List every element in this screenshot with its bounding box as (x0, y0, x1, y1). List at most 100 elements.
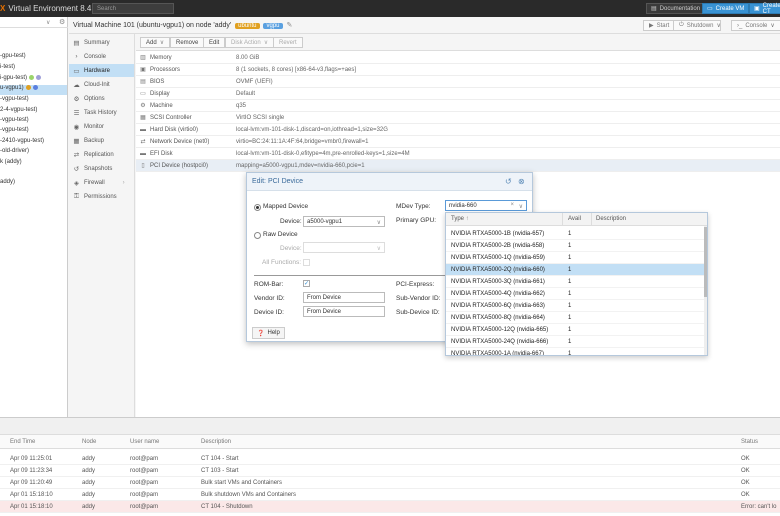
nav-firewall[interactable]: ◈ Firewall › (69, 176, 134, 189)
tree-item[interactable]: i-gpu-test) (0, 75, 42, 85)
hardware-row-pci-device[interactable]: ▯ PCI Device (hostpci0) mapping=a5000-vgpu… (136, 160, 780, 172)
create-ct-button[interactable]: ▣ Create CT (749, 3, 780, 15)
mdev-option[interactable]: NVIDIA RTXA5000-1B (nvidia-657) 1 (446, 228, 707, 240)
mdev-option[interactable]: NVIDIA RTXA5000-4Q (nvidia-662) 1 (446, 288, 707, 300)
tag-ubuntu[interactable]: ubuntu (235, 23, 260, 29)
log-row[interactable]: Apr 09 11:25:01 addy root@pam CT 104 - Star… (0, 453, 780, 465)
log-desc: CT 104 - Shutdown (201, 504, 253, 510)
mdev-option[interactable]: NVIDIA RTXA5000-12Q (nvidia-665) 1 (446, 324, 707, 336)
nav-snapshots[interactable]: ↺ Snapshots (69, 162, 134, 175)
chevron-down-icon[interactable]: ∨ (46, 19, 50, 26)
log-row[interactable]: Apr 01 15:18:10 addy root@pam Bulk shutdown… (0, 489, 780, 501)
console-button[interactable]: ›_ Console ∨ (731, 20, 780, 31)
tree-item[interactable]: 2-4-vgpu-test) (0, 107, 37, 117)
mdev-option[interactable]: NVIDIA RTXA5000-24Q (nvidia-666) 1 (446, 336, 707, 348)
nav-permissions[interactable]: ⚿ Permissions (69, 190, 134, 203)
tree-item[interactable]: addy) (0, 179, 15, 189)
add-button[interactable]: Add ∨ (140, 37, 171, 48)
primary-gpu-label: Primary GPU: (396, 217, 437, 224)
edit-button[interactable]: Edit (203, 37, 226, 48)
device-select-value: a5000-vgpu1 (307, 219, 343, 225)
all-functions-checkbox[interactable] (303, 259, 310, 266)
mapped-device-radio[interactable] (254, 204, 261, 211)
gear-icon[interactable]: ⚙ (59, 18, 65, 26)
log-end: Apr 01 15:18:10 (10, 504, 53, 510)
nav-options[interactable]: ⚙ Options (69, 92, 134, 105)
create-vm-button[interactable]: ▭ Create VM (702, 3, 750, 14)
col-description[interactable]: Description (201, 439, 231, 445)
nav-task-history[interactable]: ☰ Task History (69, 106, 134, 119)
mdev-option[interactable]: NVIDIA RTXA5000-2B (nvidia-658) 1 (446, 240, 707, 252)
tree-item[interactable]: i-test) (0, 64, 15, 74)
mdev-option[interactable]: NVIDIA RTXA5000-1A (nvidia-667) 1 (446, 348, 707, 355)
tree-item[interactable]: -vgpu-test) (0, 117, 29, 127)
rom-bar-checkbox[interactable]: ✓ (303, 280, 310, 287)
col-user[interactable]: User name (130, 439, 159, 445)
nav-backup[interactable]: ▦ Backup (69, 134, 134, 147)
terminal-icon: › (75, 53, 78, 60)
revert-button[interactable]: Revert (273, 37, 303, 48)
nav-console[interactable]: › Console (69, 50, 134, 63)
mdev-option[interactable]: NVIDIA RTXA5000-8Q (nvidia-664) 1 (446, 312, 707, 324)
hardware-value: local-lvm:vm-101-disk-0,efitype=4m,pre-e… (236, 150, 410, 157)
pencil-icon[interactable]: ✎ (286, 22, 292, 29)
tree-item[interactable]: -vgpu-test) (0, 96, 29, 106)
hardware-row-machine[interactable]: ⚙ Machine q35 (136, 100, 780, 112)
tree-item[interactable]: -vgpu-test) (0, 127, 29, 137)
hardware-row-network[interactable]: ⇄ Network Device (net0) virtio=BC:24:11:1A… (136, 136, 780, 148)
nav-hardware[interactable]: ▭ Hardware (69, 64, 134, 77)
close-icon[interactable]: ⊗ (518, 177, 525, 186)
col-description[interactable]: Description (596, 216, 626, 222)
log-row-error[interactable]: Apr 01 15:18:10 addy root@pam CT 104 - Shut… (0, 501, 780, 513)
documentation-button[interactable]: ▤ Documentation (646, 3, 706, 14)
tree-item-selected[interactable]: u-vgpu1) (0, 85, 67, 95)
log-row[interactable]: Apr 09 11:20:49 addy root@pam Bulk start VM… (0, 477, 780, 489)
log-desc: CT 104 - Start (201, 456, 239, 462)
vendor-id-input[interactable]: From Device (303, 292, 385, 303)
shutdown-button[interactable]: ⏻ Shutdown ∨ (673, 20, 721, 31)
help-button[interactable]: ❓ Help (252, 327, 285, 339)
clear-icon[interactable]: × (510, 202, 514, 208)
chevron-down-icon: ∨ (159, 40, 165, 46)
disk-action-button[interactable]: Disk Action ∨ (225, 37, 275, 48)
search-input[interactable]: Search (92, 3, 174, 14)
nav-monitor[interactable]: ◉ Monitor (69, 120, 134, 133)
tree-item[interactable]: -2410-vgpu-test) (0, 138, 44, 148)
hardware-row-display[interactable]: ▭ Display Default (136, 88, 780, 100)
hardware-row-hard-disk[interactable]: ▬ Hard Disk (virtio0) local-lvm:vm-101-dis… (136, 124, 780, 136)
device-select[interactable]: a5000-vgpu1 ∨ (303, 216, 385, 227)
mdev-option[interactable]: NVIDIA RTXA5000-6Q (nvidia-663) 1 (446, 300, 707, 312)
tag-vgpu[interactable]: vgpu (263, 23, 283, 29)
nav-cloud-init[interactable]: ☁ Cloud-Init (69, 78, 134, 91)
dialog-title: Edit: PCI Device (252, 178, 303, 185)
mdev-option[interactable]: NVIDIA RTXA5000-3Q (nvidia-661) 1 (446, 276, 707, 288)
col-end-time[interactable]: End Time (10, 439, 35, 445)
raw-device-select[interactable]: ∨ (303, 242, 385, 253)
log-row[interactable]: Apr 09 11:23:34 addy root@pam CT 103 - Star… (0, 465, 780, 477)
tree-item[interactable]: -gpu-test) (0, 53, 26, 63)
col-avail[interactable]: Avail (568, 216, 581, 222)
hardware-row-efi-disk[interactable]: ▬ EFI Disk local-lvm:vm-101-disk-0,efitype… (136, 148, 780, 160)
mdev-option[interactable]: NVIDIA RTXA5000-1Q (nvidia-659) 1 (446, 252, 707, 264)
mdev-type-select[interactable]: nvidia-660 × ∨ (445, 200, 527, 211)
dropdown-scrollbar-thumb[interactable] (704, 227, 707, 297)
col-type[interactable]: Type ↑ (451, 216, 469, 222)
col-node[interactable]: Node (82, 439, 96, 445)
hardware-row-memory[interactable]: ▥ Memory 8.00 GiB (136, 52, 780, 64)
tree-item[interactable]: -old-driver) (0, 148, 29, 158)
nav-replication[interactable]: ⇄ Replication (69, 148, 134, 161)
reset-icon[interactable]: ↺ (505, 177, 512, 186)
tree-item[interactable]: k (addy) (0, 159, 22, 169)
start-button[interactable]: ▶ Start (643, 20, 676, 31)
hardware-row-scsi-controller[interactable]: ▦ SCSI Controller VirtIO SCSI single (136, 112, 780, 124)
hardware-row-bios[interactable]: ▤ BIOS OVMF (UEFI) (136, 76, 780, 88)
nav-summary[interactable]: ▤ Summary (69, 36, 134, 49)
hardware-row-processors[interactable]: ▣ Processors 8 (1 sockets, 8 cores) [x86-6… (136, 64, 780, 76)
device-id-input[interactable]: From Device (303, 306, 385, 317)
mdev-option-selected[interactable]: NVIDIA RTXA5000-2Q (nvidia-660) 1 (446, 264, 707, 276)
remove-button[interactable]: Remove (170, 37, 205, 48)
brand-logo: X (0, 4, 6, 13)
col-status[interactable]: Status (741, 439, 758, 445)
raw-device-radio[interactable] (254, 232, 261, 239)
shield-icon: ◈ (74, 179, 79, 187)
